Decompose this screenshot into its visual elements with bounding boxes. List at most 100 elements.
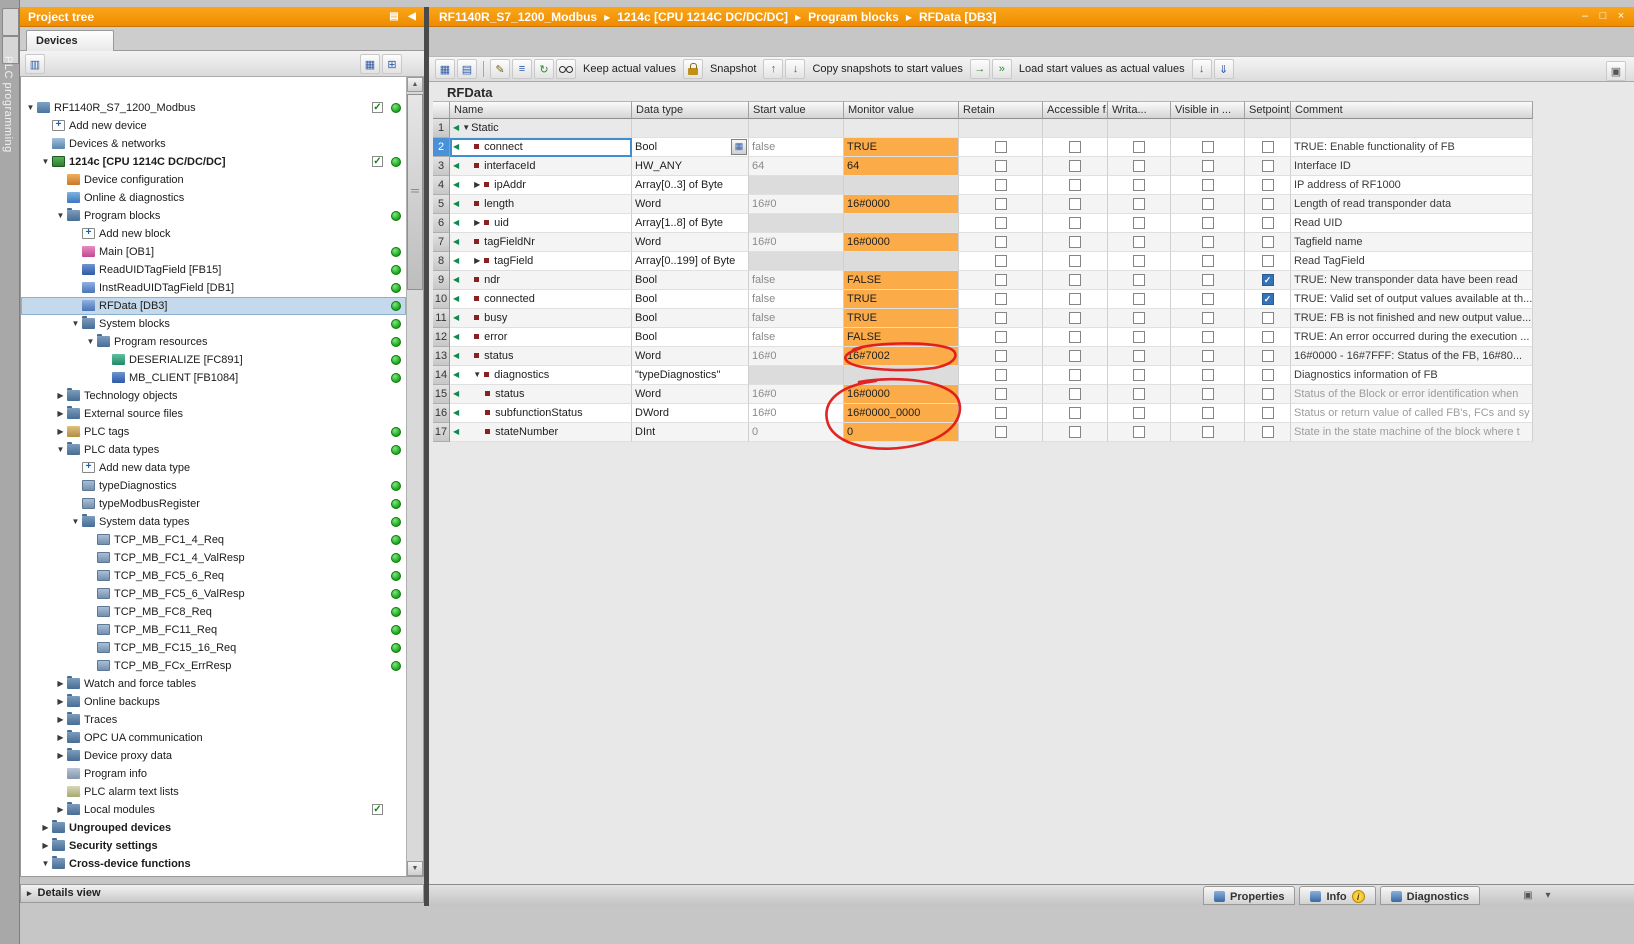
visible-checkbox[interactable] — [1202, 407, 1214, 419]
cell-datatype[interactable]: Bool — [632, 271, 749, 290]
setpoint-checkbox[interactable] — [1262, 331, 1274, 343]
refresh-icon[interactable]: ↻ — [534, 59, 554, 79]
cell-name[interactable]: ◀error — [450, 328, 632, 347]
cell-start-value[interactable] — [749, 119, 844, 138]
writable-checkbox[interactable] — [1133, 274, 1145, 286]
tree-column-view-icon[interactable]: ▦ — [360, 54, 380, 74]
row-number[interactable]: 2 — [433, 138, 450, 157]
breadcrumb-item-rfdata-db3[interactable]: RFData [DB3] — [919, 10, 996, 24]
visible-checkbox[interactable] — [1202, 388, 1214, 400]
tree-item-main-ob1[interactable]: Main [OB1] — [21, 243, 406, 261]
cell-name[interactable]: ◀▶tagField — [450, 252, 632, 271]
tree-expander-icon[interactable]: ▶ — [55, 747, 66, 765]
retain-checkbox[interactable] — [995, 274, 1007, 286]
cell-datatype[interactable]: Array[1..8] of Byte — [632, 214, 749, 233]
cell-comment[interactable]: TRUE: An error occurred during the execu… — [1291, 328, 1533, 347]
writable-checkbox[interactable] — [1133, 198, 1145, 210]
accessible-checkbox[interactable] — [1069, 179, 1081, 191]
tree-expander-icon[interactable]: ▶ — [55, 801, 66, 819]
setpoint-checkbox[interactable] — [1262, 350, 1274, 362]
row-number[interactable]: 4 — [433, 176, 450, 195]
tree-item-tcp-mb-fcx-errresp[interactable]: TCP_MB_FCx_ErrResp — [21, 657, 406, 675]
cell-comment[interactable]: Status or return value of called FB's, F… — [1291, 404, 1533, 423]
retain-checkbox[interactable] — [995, 255, 1007, 267]
cell-comment[interactable]: Tagfield name — [1291, 233, 1533, 252]
cell-datatype[interactable] — [632, 119, 749, 138]
setpoint-checkbox[interactable] — [1262, 179, 1274, 191]
snapshot-up-icon[interactable]: ↑ — [763, 59, 783, 79]
cell-comment[interactable]: Read TagField — [1291, 252, 1533, 271]
visible-checkbox[interactable] — [1202, 217, 1214, 229]
scrollbar-thumb[interactable] — [407, 94, 423, 290]
column-header-visible-in[interactable]: Visible in ... — [1171, 101, 1245, 119]
accessible-checkbox[interactable] — [1069, 160, 1081, 172]
retain-checkbox[interactable] — [995, 217, 1007, 229]
accessible-checkbox[interactable] — [1069, 350, 1081, 362]
cell-name[interactable]: ◀busy — [450, 309, 632, 328]
tree-item-devices-networks[interactable]: Devices & networks — [21, 135, 406, 153]
row-number[interactable]: 3 — [433, 157, 450, 176]
setpoint-checkbox[interactable] — [1262, 388, 1274, 400]
cell-start-value[interactable] — [749, 214, 844, 233]
tree-item-system-data-types[interactable]: ▼System data types — [21, 513, 406, 531]
tree-item-cross-device-functions[interactable]: ▼Cross-device functions — [21, 855, 406, 873]
row-number[interactable]: 14 — [433, 366, 450, 385]
retain-checkbox[interactable] — [995, 369, 1007, 381]
retain-checkbox[interactable] — [995, 312, 1007, 324]
tree-item-program-blocks[interactable]: ▼Program blocks — [21, 207, 406, 225]
writable-checkbox[interactable] — [1133, 407, 1145, 419]
cell-start-value[interactable] — [749, 176, 844, 195]
cell-start-value[interactable] — [749, 252, 844, 271]
cell-name[interactable]: ◀connected — [450, 290, 632, 309]
maximize-editor-icon[interactable]: ▣ — [1606, 61, 1626, 81]
visible-checkbox[interactable] — [1202, 255, 1214, 267]
cell-comment[interactable]: IP address of RF1000 — [1291, 176, 1533, 195]
load-start-values-button[interactable]: Load start values as actual values — [1014, 63, 1190, 75]
cell-datatype[interactable]: Bool — [632, 328, 749, 347]
tree-item-tcp-mb-fc5-6-req[interactable]: TCP_MB_FC5_6_Req — [21, 567, 406, 585]
cell-start-value[interactable]: 16#0 — [749, 385, 844, 404]
accessible-checkbox[interactable] — [1069, 426, 1081, 438]
cell-name[interactable]: ◀stateNumber — [450, 423, 632, 442]
row-number[interactable]: 5 — [433, 195, 450, 214]
retain-checkbox[interactable] — [995, 160, 1007, 172]
tree-item-online-diagnostics[interactable]: Online & diagnostics — [21, 189, 406, 207]
tree-item-rfdata-db3[interactable]: RFData [DB3] — [21, 297, 406, 315]
column-header-monitor-value[interactable]: Monitor value — [844, 101, 959, 119]
collapse-inspector-icon[interactable]: ▾ — [1540, 889, 1556, 903]
freeze-values-icon[interactable] — [683, 59, 703, 79]
setpoint-checkbox[interactable] — [1262, 160, 1274, 172]
cell-datatype[interactable]: Bool — [632, 290, 749, 309]
cell-comment[interactable]: State in the state machine of the block … — [1291, 423, 1533, 442]
accessible-checkbox[interactable] — [1069, 388, 1081, 400]
tree-item-add-new-data-type[interactable]: Add new data type — [21, 459, 406, 477]
tree-item-tcp-mb-fc1-4-req[interactable]: TCP_MB_FC1_4_Req — [21, 531, 406, 549]
tree-item-tcp-mb-fc1-4-valresp[interactable]: TCP_MB_FC1_4_ValResp — [21, 549, 406, 567]
tree-item-ungrouped-devices[interactable]: ▶Ungrouped devices — [21, 819, 406, 837]
tree-item-tcp-mb-fc11-req[interactable]: TCP_MB_FC11_Req — [21, 621, 406, 639]
column-header-setpoint[interactable]: Setpoint — [1245, 101, 1291, 119]
tree-item-program-resources[interactable]: ▼Program resources — [21, 333, 406, 351]
cell-comment[interactable]: Length of read transponder data — [1291, 195, 1533, 214]
visible-checkbox[interactable] — [1202, 426, 1214, 438]
cell-datatype[interactable]: Word — [632, 385, 749, 404]
cell-name[interactable]: ◀subfunctionStatus — [450, 404, 632, 423]
retain-checkbox[interactable] — [995, 407, 1007, 419]
writable-checkbox[interactable] — [1133, 217, 1145, 229]
tree-expander-icon[interactable]: ▶ — [55, 675, 66, 693]
column-header-comment[interactable]: Comment — [1291, 101, 1533, 119]
maximize-window-icon[interactable]: □ — [1594, 7, 1612, 27]
row-number[interactable]: 17 — [433, 423, 450, 442]
accessible-checkbox[interactable] — [1069, 217, 1081, 229]
row-expander-icon[interactable]: ▶ — [472, 176, 482, 194]
tree-item-traces[interactable]: ▶Traces — [21, 711, 406, 729]
cell-name[interactable]: ◀status — [450, 347, 632, 366]
writable-checkbox[interactable] — [1133, 179, 1145, 191]
rail-tab-1[interactable] — [2, 8, 19, 36]
cell-start-value[interactable]: 16#0 — [749, 233, 844, 252]
tree-expander-icon[interactable]: ▼ — [25, 99, 36, 117]
project-tree-scrollbar[interactable]: ▲ ▼ — [406, 77, 423, 876]
cell-name[interactable]: ◀▶ipAddr — [450, 176, 632, 195]
tree-item-mb-client-fb1084[interactable]: MB_CLIENT [FB1084] — [21, 369, 406, 387]
cell-name[interactable]: ◀length — [450, 195, 632, 214]
